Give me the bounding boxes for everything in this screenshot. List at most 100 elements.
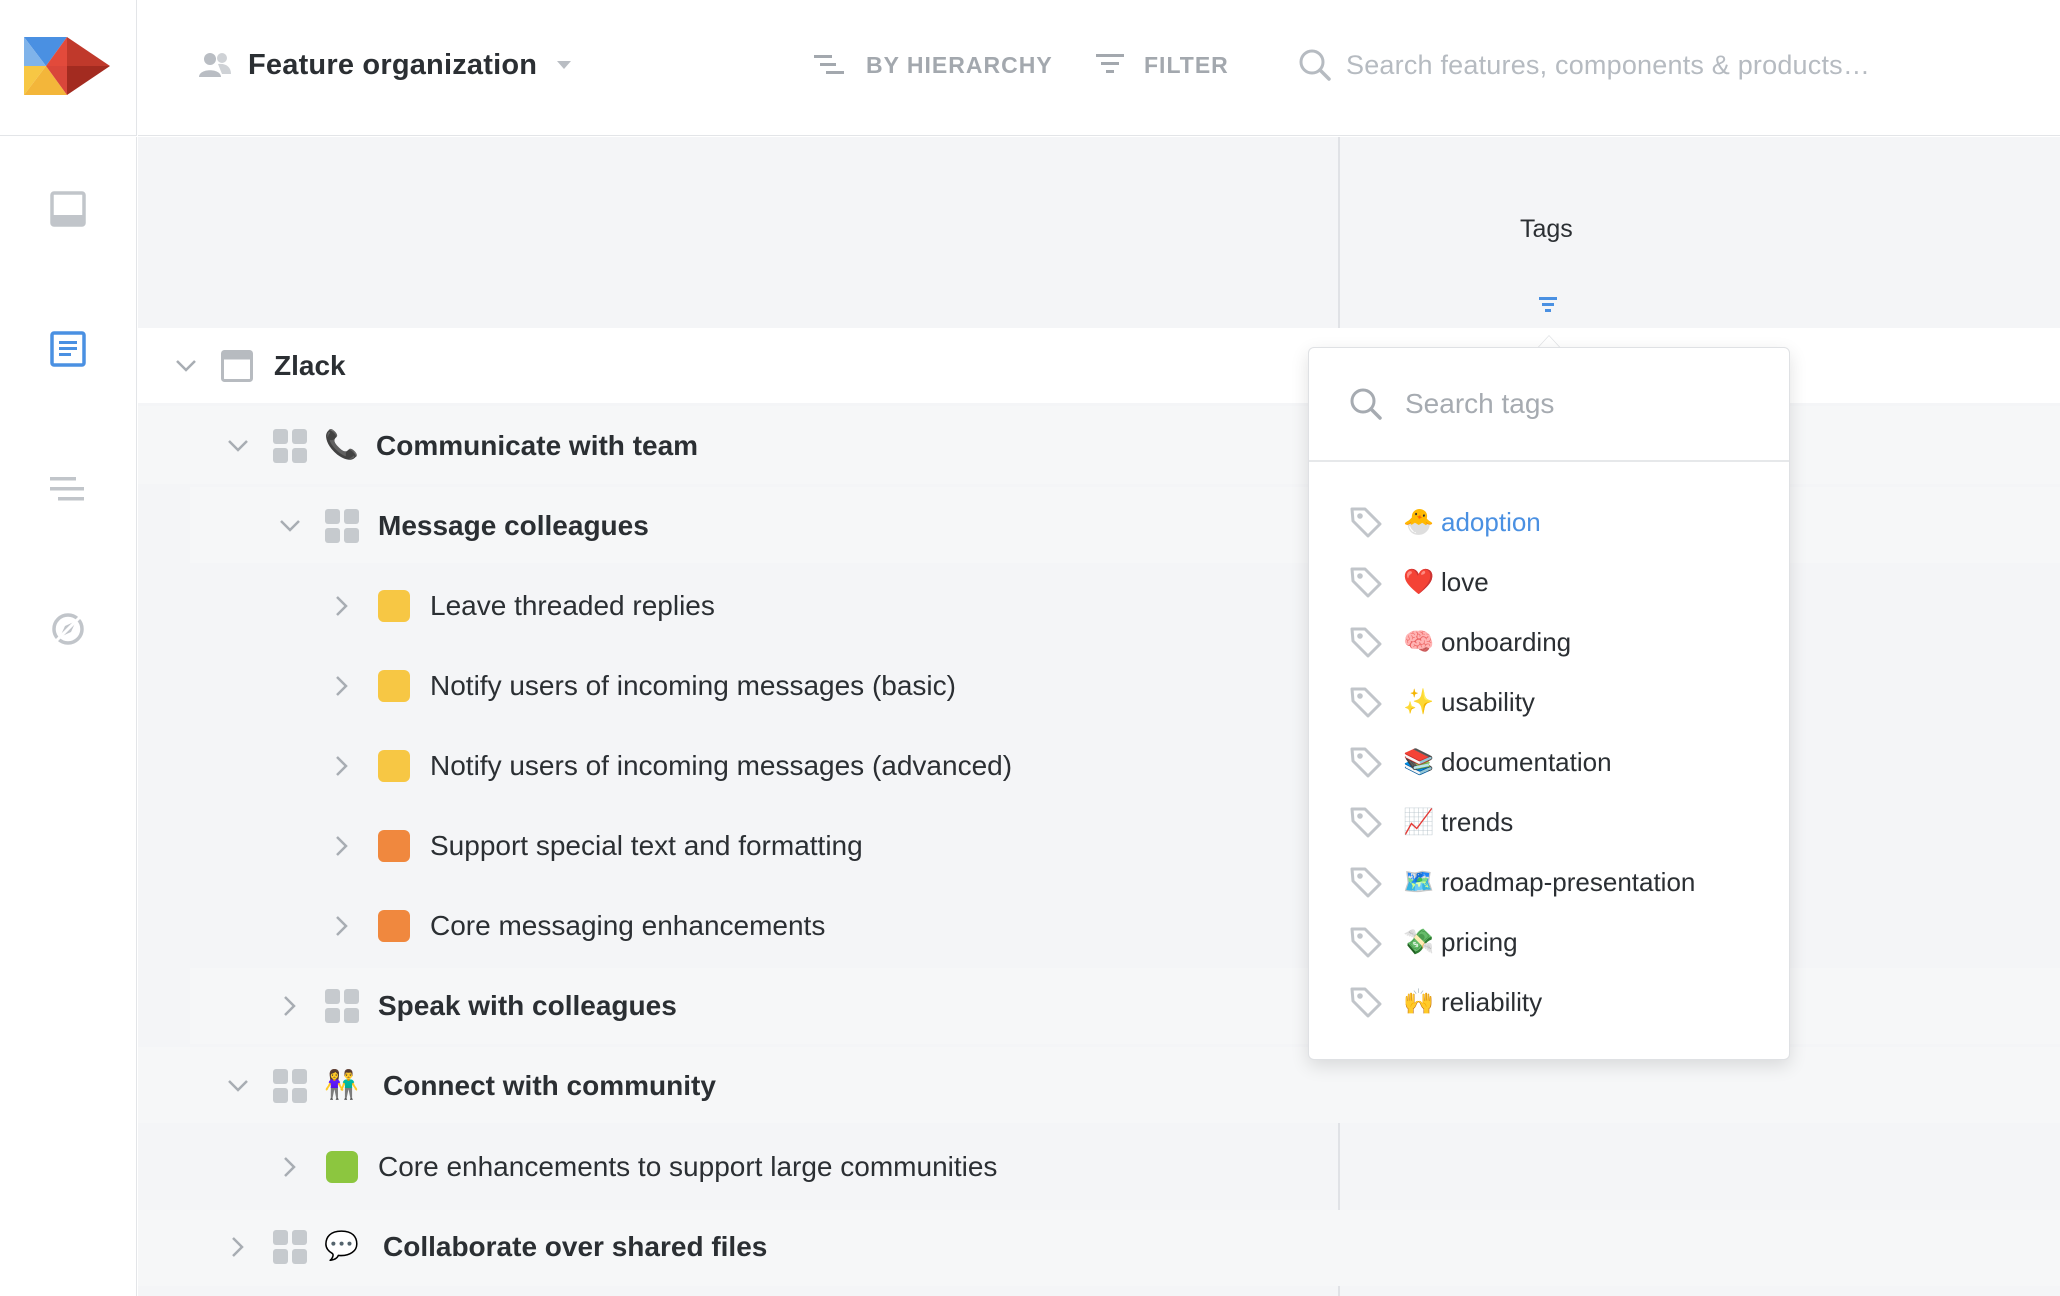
chevron-right-icon[interactable] — [278, 1155, 302, 1179]
product-name: Zlack — [274, 350, 346, 381]
tag-option[interactable]: ❤️ love — [1309, 552, 1789, 612]
tag-icon — [1350, 867, 1382, 898]
component-icon — [273, 1069, 307, 1103]
chevron-down-icon[interactable] — [174, 354, 198, 378]
tags-filter-button[interactable] — [1538, 296, 1558, 319]
roadmap-icon — [50, 477, 84, 501]
tag-emoji: 📈 — [1403, 807, 1435, 836]
chevron-right-icon[interactable] — [330, 674, 354, 698]
chevron-down-icon — [557, 61, 572, 69]
tag-name: adoption — [1441, 506, 1541, 537]
tag-name: documentation — [1441, 746, 1612, 777]
status-square — [326, 1151, 358, 1183]
tag-option[interactable]: 🧠 onboarding — [1309, 612, 1789, 672]
tag-name: usability — [1441, 686, 1535, 717]
component-name: Collaborate over shared files — [383, 1231, 768, 1262]
search-input[interactable]: Search features, components & products… — [1298, 40, 1870, 90]
app-logo[interactable] — [24, 37, 110, 95]
chevron-down-icon[interactable] — [226, 434, 250, 458]
tag-option[interactable]: 🐣 adoption — [1309, 492, 1789, 552]
feature-name: Core enhancements to support large commu… — [378, 1151, 998, 1182]
nav-inbox[interactable] — [44, 185, 92, 233]
tag-icon — [1350, 987, 1382, 1018]
view-switcher[interactable]: Feature organization — [198, 40, 572, 90]
tag-name: pricing — [1441, 926, 1518, 957]
tag-search-input[interactable]: Search tags — [1309, 348, 1789, 462]
chevron-right-icon[interactable] — [226, 1235, 250, 1259]
tag-icon — [1350, 627, 1382, 658]
tag-emoji: 🐣 — [1403, 507, 1435, 536]
search-icon — [1299, 49, 1331, 81]
document-icon — [50, 331, 86, 367]
tag-emoji: 🗺️ — [1403, 867, 1435, 896]
tag-emoji: 🙌 — [1403, 987, 1435, 1016]
tag-dropdown: Search tags 🐣 adoption ❤️ love 🧠 onboarding ✨ u… — [1308, 347, 1790, 1060]
by-hierarchy-button[interactable]: BY HIERARCHY — [814, 45, 1053, 85]
tag-option[interactable]: 💸 pricing — [1309, 912, 1789, 972]
tag-name: onboarding — [1441, 626, 1572, 657]
tag-emoji: ✨ — [1403, 687, 1435, 716]
tag-emoji: 🧠 — [1403, 627, 1435, 656]
view-title: Feature organization — [248, 48, 538, 81]
filter-icon — [1539, 297, 1557, 312]
tag-icon — [1350, 927, 1382, 958]
tag-icon — [1350, 807, 1382, 838]
status-square — [378, 910, 410, 942]
chevron-down-icon[interactable] — [278, 514, 302, 538]
filter-button[interactable]: FILTER — [1096, 45, 1229, 85]
component-icon — [325, 989, 359, 1023]
tag-list: 🐣 adoption ❤️ love 🧠 onboarding ✨ usability 📚 doc… — [1309, 462, 1789, 1032]
left-nav — [0, 137, 137, 1296]
tag-name: love — [1441, 566, 1489, 597]
nav-roadmap[interactable] — [44, 465, 92, 513]
tag-emoji: ❤️ — [1403, 567, 1435, 596]
tag-name: reliability — [1441, 986, 1543, 1017]
status-square — [378, 750, 410, 782]
chevron-right-icon[interactable] — [330, 914, 354, 938]
speech-bubble-icon: 💬 — [324, 1229, 359, 1262]
status-square — [378, 670, 410, 702]
component-icon — [273, 1230, 307, 1264]
component-icon — [325, 509, 359, 543]
hierarchy-icon — [814, 55, 844, 74]
component-name: Communicate with team — [376, 430, 699, 461]
by-hierarchy-label: BY HIERARCHY — [866, 51, 1053, 78]
chevron-down-icon[interactable] — [226, 1074, 250, 1098]
filter-icon — [1096, 54, 1124, 73]
tag-name: roadmap-presentation — [1441, 866, 1696, 897]
tag-option[interactable]: 🗺️ roadmap-presentation — [1309, 852, 1789, 912]
chevron-right-icon[interactable] — [330, 754, 354, 778]
status-square — [378, 590, 410, 622]
nav-insights[interactable] — [44, 605, 92, 653]
tag-icon — [1350, 507, 1382, 538]
tags-column-header: Tags — [1520, 215, 1573, 243]
tag-icon — [1350, 747, 1382, 778]
couple-icon: 👫 — [324, 1068, 359, 1101]
component-name: Message colleagues — [378, 510, 649, 541]
tag-option[interactable]: 🙌 reliability — [1309, 972, 1789, 1032]
top-bar: Feature organization BY HIERARCHY FILTER… — [138, 0, 2060, 136]
product-icon — [221, 350, 253, 382]
feature-name: Support special text and formatting — [430, 830, 863, 861]
tag-search-placeholder: Search tags — [1405, 388, 1555, 419]
search-icon — [1350, 388, 1382, 420]
chevron-right-icon[interactable] — [278, 994, 302, 1018]
tag-option[interactable]: ✨ usability — [1309, 672, 1789, 732]
chevron-right-icon[interactable] — [330, 834, 354, 858]
search-placeholder: Search features, components & products… — [1346, 49, 1871, 80]
component-name: Speak with colleagues — [378, 990, 677, 1021]
tag-emoji: 💸 — [1403, 927, 1435, 956]
chevron-right-icon[interactable] — [330, 594, 354, 618]
tag-option[interactable]: 📈 trends — [1309, 792, 1789, 852]
tag-option[interactable]: 📚 documentation — [1309, 732, 1789, 792]
tag-icon — [1350, 687, 1382, 718]
app-logo-cell — [0, 0, 137, 136]
feature-name: Core messaging enhancements — [430, 910, 826, 941]
compass-icon — [52, 613, 84, 645]
nav-features[interactable] — [44, 325, 92, 373]
component-icon — [273, 429, 307, 463]
filter-label: FILTER — [1144, 51, 1229, 78]
feature-name: Leave threaded replies — [430, 590, 715, 621]
inbox-icon — [50, 191, 86, 227]
telephone-icon: 📞 — [324, 428, 359, 461]
